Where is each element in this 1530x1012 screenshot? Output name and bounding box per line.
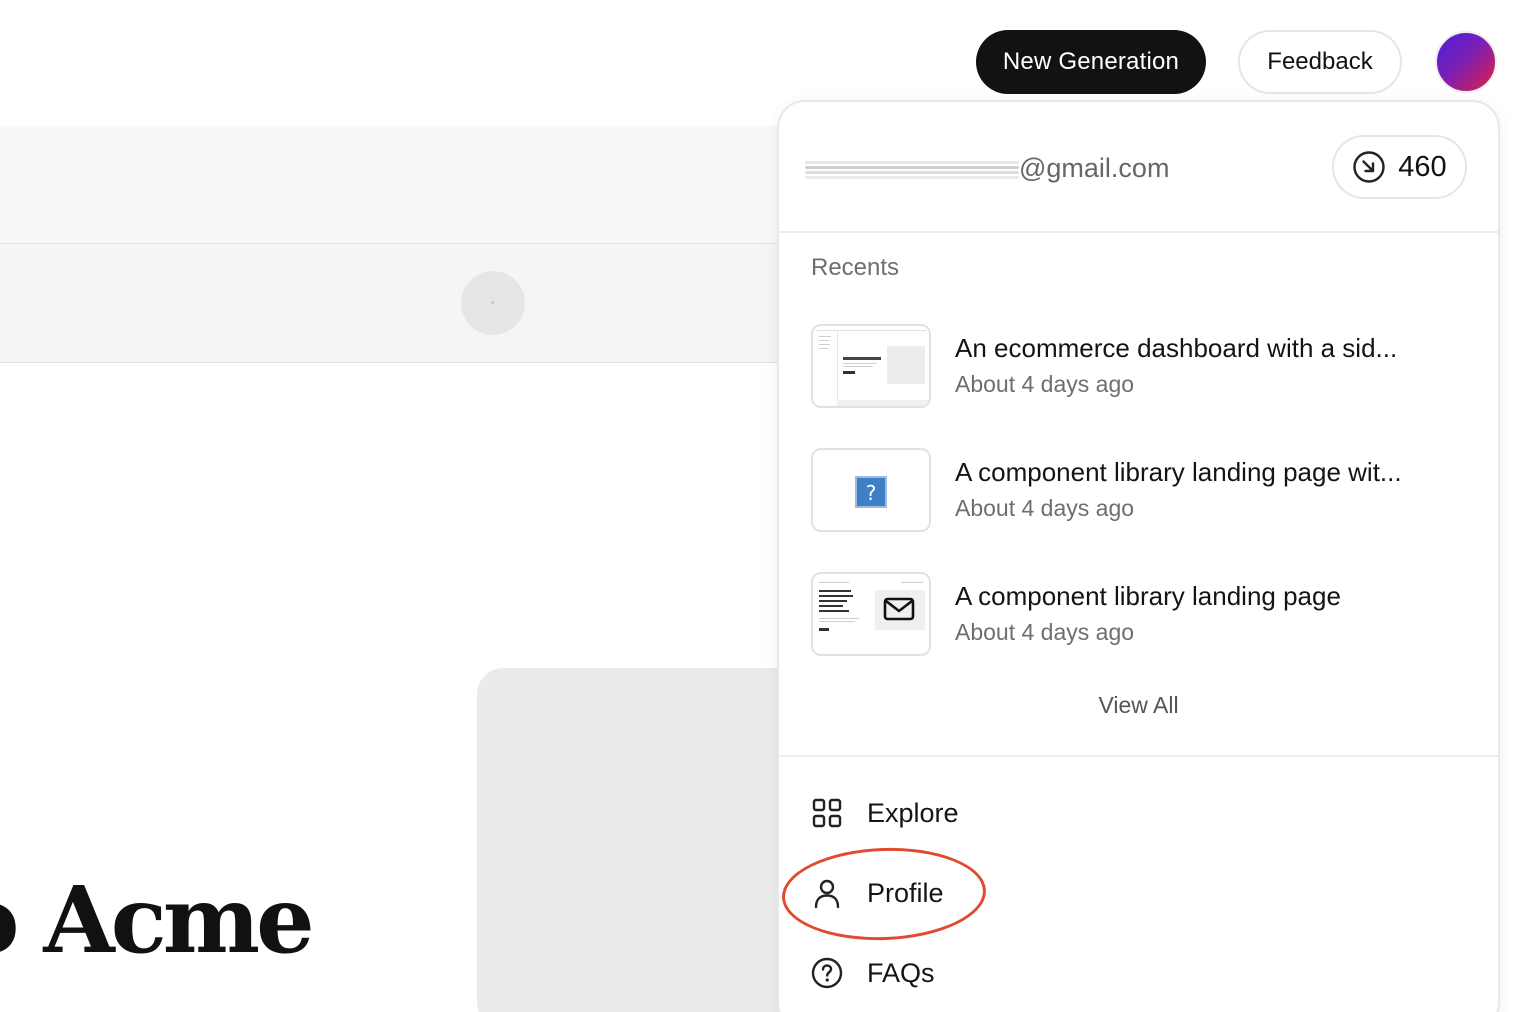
recent-item-time: About 4 days ago — [955, 371, 1135, 397]
account-header: @gmail.com 460 — [779, 102, 1498, 233]
view-all-link[interactable]: View All — [779, 692, 1498, 719]
recent-item-time: About 4 days ago — [955, 619, 1135, 645]
background-toolbar-band — [0, 243, 790, 363]
menu-item-label: Explore — [867, 797, 959, 828]
recent-item[interactable]: An ecommerce dashboard with a sid... Abo… — [811, 324, 1471, 410]
user-icon — [814, 879, 840, 909]
user-avatar-button[interactable] — [1435, 31, 1497, 93]
recent-item[interactable]: A component library landing page About 4… — [811, 572, 1471, 658]
credits-badge[interactable]: 460 — [1332, 135, 1467, 199]
loading-spinner-placeholder — [461, 271, 525, 335]
recent-item-title: A component library landing page — [955, 581, 1341, 611]
background-preview-card — [477, 668, 807, 1012]
credits-value: 460 — [1398, 150, 1447, 183]
credits-icon — [1353, 151, 1385, 183]
new-generation-button[interactable]: New Generation — [976, 30, 1206, 94]
menu-item-faqs[interactable]: FAQs — [811, 953, 935, 993]
recent-item[interactable]: ? A component library landing page wit..… — [811, 448, 1471, 534]
recent-thumbnail — [811, 572, 931, 656]
account-dropdown-menu: @gmail.com 460 Recents An ecommerce dash… — [777, 100, 1500, 1012]
svg-text:?: ? — [866, 481, 877, 505]
redacted-email-prefix — [805, 155, 1019, 181]
question-circle-icon — [811, 957, 843, 989]
email-domain-text: @gmail.com — [1019, 152, 1170, 183]
account-email: @gmail.com — [805, 150, 1169, 186]
menu-item-profile[interactable]: Profile — [811, 873, 944, 913]
background-header-band — [0, 126, 790, 243]
recent-item-title: An ecommerce dashboard with a sid... — [955, 333, 1398, 363]
recent-thumbnail: ? — [811, 448, 931, 532]
grid-icon — [812, 798, 842, 828]
feedback-button[interactable]: Feedback — [1238, 30, 1402, 94]
recents-heading: Recents — [811, 254, 900, 281]
menu-item-label: FAQs — [867, 957, 935, 988]
menu-item-explore[interactable]: Explore — [811, 793, 959, 833]
broken-image-icon: ? — [855, 476, 887, 508]
recent-item-title: A component library landing page wit... — [955, 457, 1402, 487]
recent-item-time: About 4 days ago — [955, 495, 1135, 521]
page-hero-heading: o Acme — [0, 866, 315, 974]
menu-divider — [779, 755, 1498, 757]
recent-thumbnail — [811, 324, 931, 408]
menu-item-label: Profile — [867, 877, 944, 908]
mail-icon — [883, 597, 915, 621]
